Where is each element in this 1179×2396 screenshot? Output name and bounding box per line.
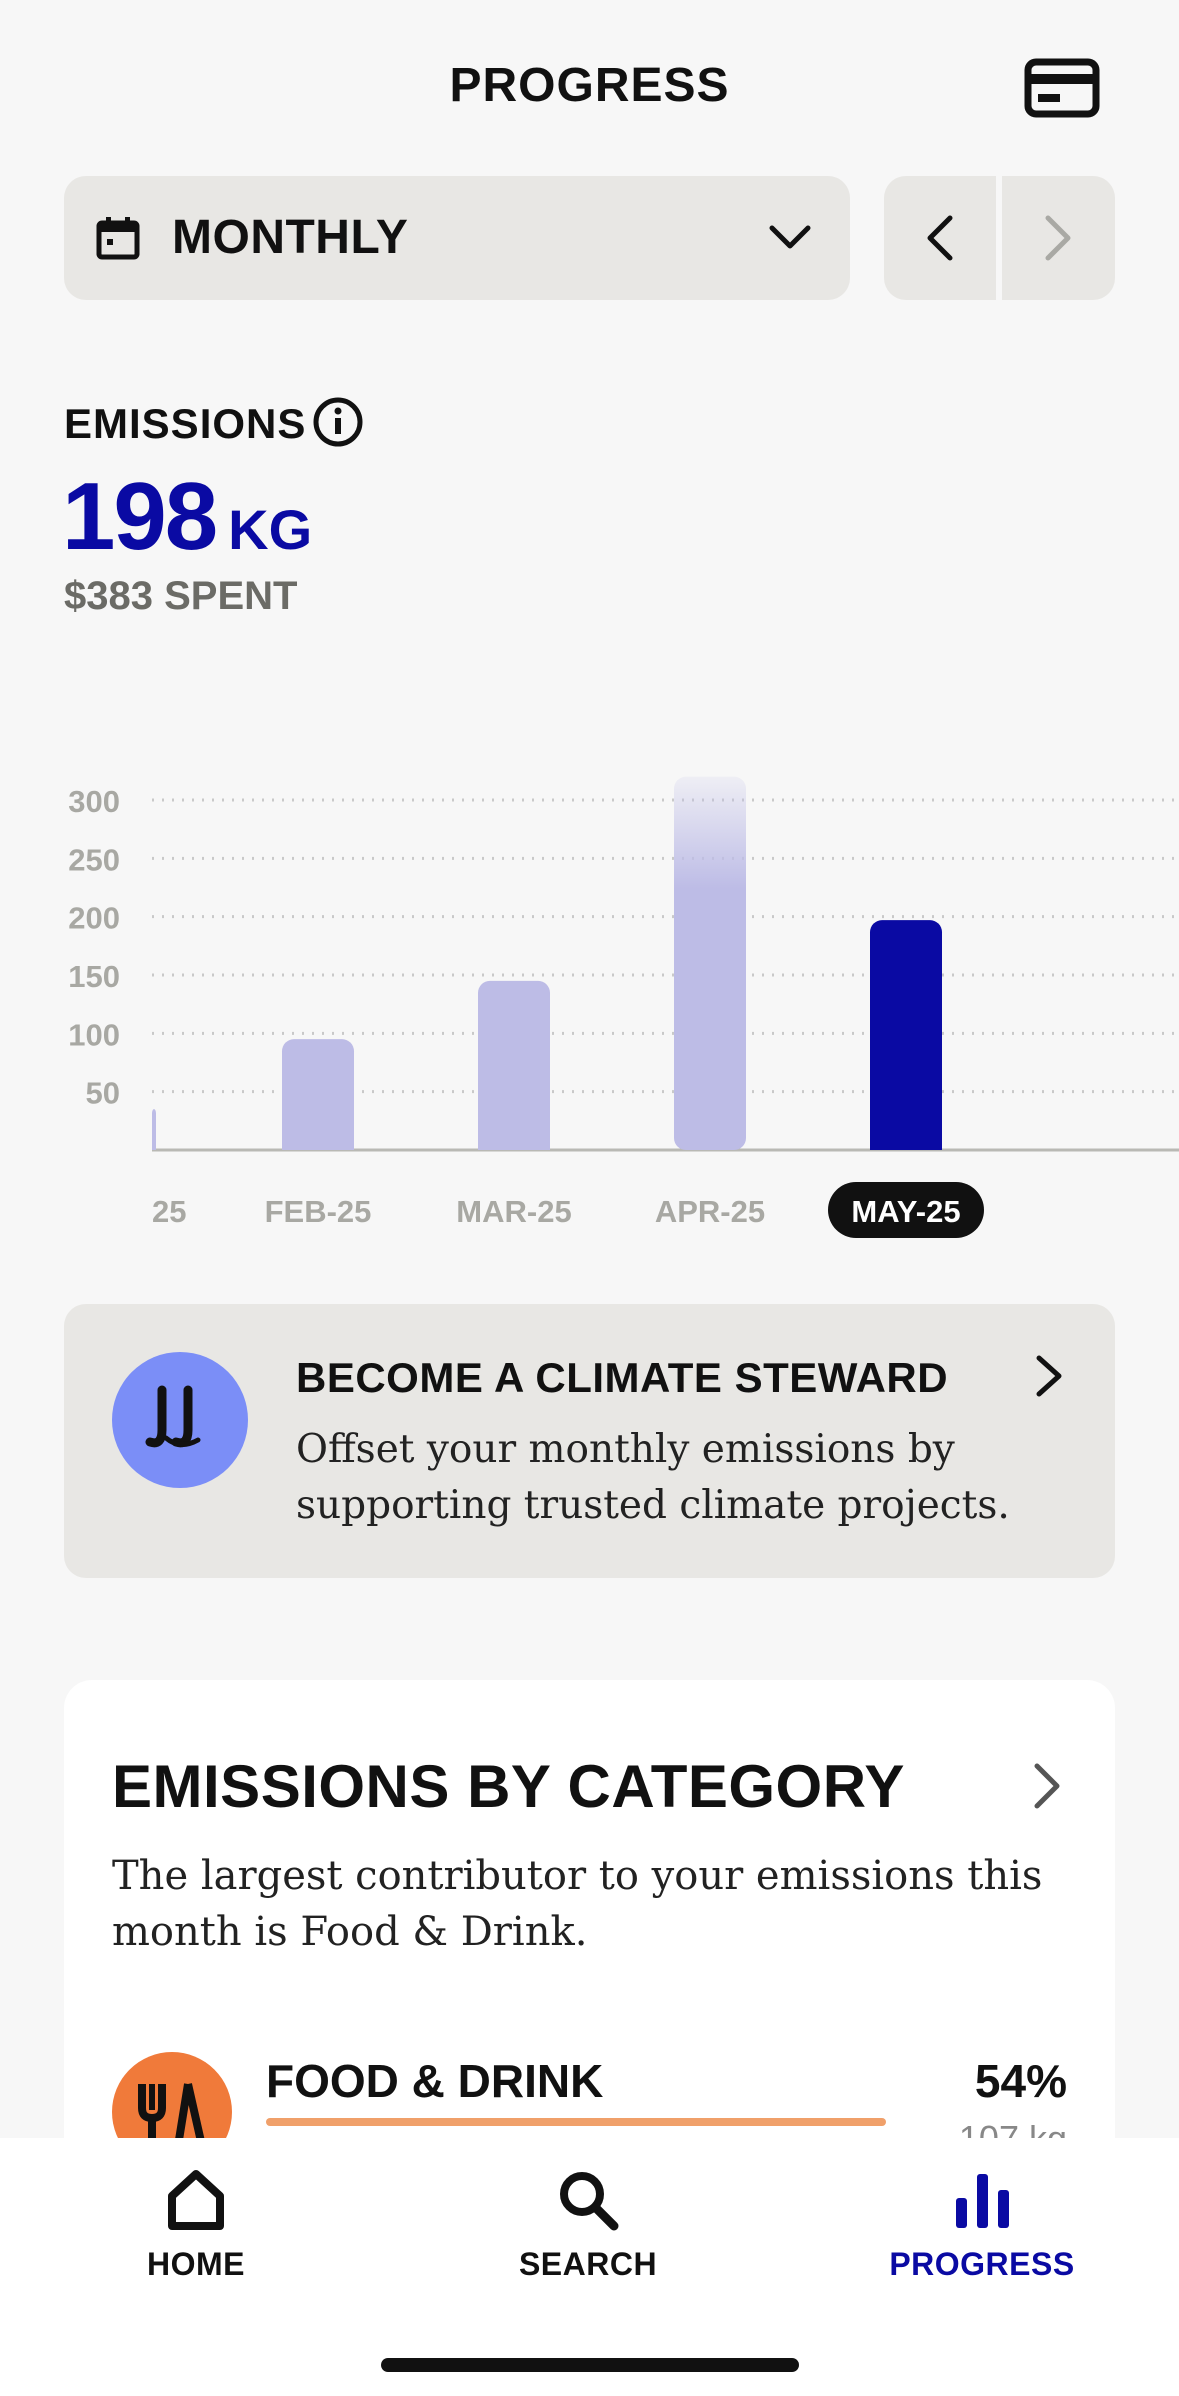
emissions-bar-chart: 50 100 150 200 250 300 25 FEB-25 MAR-25 APR-25 MA… bbox=[68, 776, 1179, 1238]
chart-bar-base bbox=[282, 1136, 354, 1150]
chevron-right-icon bbox=[1036, 1355, 1062, 1397]
page-title: PROGRESS bbox=[449, 59, 730, 112]
calendar-icon bbox=[96, 217, 140, 260]
x-tick-label[interactable]: MAY-25 bbox=[851, 1194, 960, 1229]
category-description: The largest contributor to your emission… bbox=[112, 1853, 1043, 1955]
chart-bar-mar-25[interactable] bbox=[478, 980, 550, 1150]
climate-steward-card[interactable]: BECOME A CLIMATE STEWARD Offset your mon… bbox=[64, 1304, 1115, 1578]
period-row: MONTHLY bbox=[64, 176, 1115, 300]
y-tick-label: 300 bbox=[68, 784, 120, 819]
steward-title: BECOME A CLIMATE STEWARD bbox=[296, 1354, 949, 1401]
period-label: MONTHLY bbox=[172, 211, 409, 264]
y-tick-label: 100 bbox=[68, 1017, 120, 1052]
tab-search[interactable]: SEARCH bbox=[458, 2168, 718, 2298]
tab-search-label: SEARCH bbox=[518, 2246, 658, 2282]
chart-bar-base bbox=[152, 1136, 156, 1150]
home-icon bbox=[168, 2170, 224, 2230]
category-title: EMISSIONS BY CATEGORY bbox=[112, 1753, 905, 1820]
chevron-down-icon bbox=[769, 225, 811, 249]
next-period-button[interactable] bbox=[1002, 176, 1115, 300]
x-tick-label[interactable]: MAR-25 bbox=[456, 1194, 571, 1229]
period-dropdown[interactable]: MONTHLY bbox=[64, 176, 850, 300]
credit-card-icon[interactable] bbox=[1024, 58, 1100, 118]
bar-chart-icon bbox=[956, 2174, 1009, 2228]
emissions-label: EMISSIONS bbox=[64, 400, 307, 447]
chevron-right-icon bbox=[1034, 1763, 1060, 1809]
emissions-unit: KG bbox=[228, 498, 313, 561]
category-progress-bar bbox=[266, 2118, 886, 2126]
chart-bar-apr-25[interactable] bbox=[674, 776, 746, 1150]
tab-home-label: HOME bbox=[147, 2246, 245, 2282]
y-tick-label: 250 bbox=[68, 842, 120, 877]
chevron-right-icon bbox=[1045, 215, 1071, 261]
emissions-header: EMISSIONS bbox=[64, 396, 664, 456]
x-tick-label[interactable]: 25 bbox=[152, 1194, 186, 1229]
previous-period-button[interactable] bbox=[884, 176, 996, 300]
emissions-number: 198 bbox=[62, 463, 218, 570]
info-icon[interactable] bbox=[312, 396, 364, 448]
steward-description: Offset your monthly emissions by support… bbox=[296, 1427, 1010, 1528]
y-tick-label: 150 bbox=[68, 959, 120, 994]
chevron-left-icon bbox=[927, 215, 953, 261]
chart-bar-feb-25[interactable] bbox=[282, 1039, 354, 1150]
y-tick-label: 50 bbox=[86, 1076, 120, 1111]
category-percent: 54% bbox=[974, 2055, 1067, 2107]
amount-spent: $383 SPENT bbox=[64, 574, 298, 618]
tab-home[interactable]: HOME bbox=[66, 2168, 326, 2298]
tab-progress-label: PROGRESS bbox=[889, 2246, 1075, 2282]
x-tick-label[interactable]: APR-25 bbox=[655, 1194, 765, 1229]
search-icon bbox=[560, 2172, 619, 2231]
steward-logo-icon bbox=[112, 1352, 248, 1488]
chart-bar-base bbox=[870, 1136, 942, 1150]
tab-progress[interactable]: PROGRESS bbox=[852, 2168, 1112, 2298]
emissions-chart: 50 100 150 200 250 300 25 FEB-25 MAR-25 APR-25 MA… bbox=[0, 680, 1179, 1260]
y-tick-label: 200 bbox=[68, 901, 120, 936]
header: PROGRESS bbox=[0, 0, 1179, 170]
chart-bar-base bbox=[478, 1136, 550, 1150]
category-name: FOOD & DRINK bbox=[266, 2055, 604, 2107]
x-tick-label[interactable]: FEB-25 bbox=[265, 1194, 372, 1229]
home-indicator bbox=[381, 2358, 799, 2372]
emissions-value: 198 KG bbox=[62, 462, 312, 572]
chart-bar-may-25[interactable] bbox=[870, 920, 942, 1150]
